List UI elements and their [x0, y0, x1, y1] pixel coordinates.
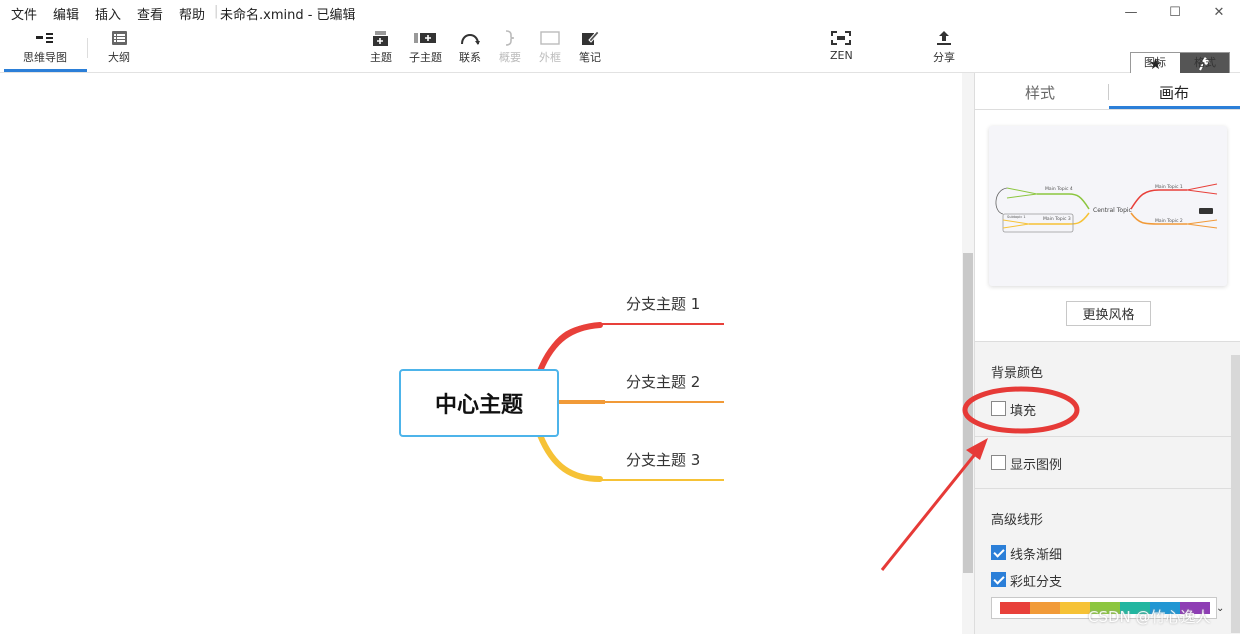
branch-topic-3[interactable]: 分支主题 3: [626, 449, 700, 470]
taper-lines-label: 线条渐细: [1010, 548, 1063, 563]
tab-canvas[interactable]: 画布: [1159, 82, 1189, 103]
panel-tabs: 样式 画布: [975, 73, 1240, 110]
chevron-down-icon: ⌄: [1216, 602, 1225, 614]
show-legend-checkbox[interactable]: [991, 455, 1006, 470]
canvas-scrollbar-thumb[interactable]: [963, 253, 973, 573]
advanced-line-title: 高级线形: [991, 513, 1044, 528]
palette-swatch-1: [1000, 602, 1030, 614]
style-preview-thumbnail: Central Topic Main Topic 1 Main Topic 2 …: [989, 126, 1227, 286]
tab-style[interactable]: 样式: [1025, 82, 1055, 103]
subtopic-button[interactable]: 子主题: [409, 30, 442, 65]
toolbar-divider: [87, 38, 88, 58]
preview-main-topic-4: Main Topic 4: [1045, 186, 1073, 192]
branch-line-1: [539, 323, 724, 372]
tab-divider: [1108, 84, 1109, 100]
central-topic-label: 中心主题: [434, 393, 523, 418]
menu-edit[interactable]: 编辑: [53, 4, 79, 23]
outline-view-label: 大纲: [108, 51, 130, 64]
background-color-section: 背景颜色 填充: [975, 342, 1240, 437]
summary-button[interactable]: 概要: [499, 30, 521, 65]
mindmap-view-label: 思维导图: [23, 51, 67, 64]
close-button[interactable]: ✕: [1196, 0, 1240, 24]
add-topic-icon: [373, 31, 388, 46]
branch-topic-2[interactable]: 分支主题 2: [626, 371, 700, 392]
rainbow-branch-checkbox[interactable]: [991, 572, 1006, 587]
panel-scrollbar[interactable]: [1231, 355, 1240, 633]
note-label: 笔记: [579, 51, 601, 64]
outline-icon: [112, 31, 127, 45]
active-tab-indicator: [1109, 106, 1240, 109]
summary-label: 概要: [499, 51, 521, 64]
change-style-button[interactable]: 更换风格: [1066, 301, 1151, 326]
palette-swatch-3: [1060, 602, 1090, 614]
menu-file[interactable]: 文件: [11, 4, 37, 23]
relationship-label: 联系: [459, 51, 481, 64]
mindmap-branches: [537, 322, 724, 482]
fill-checkbox[interactable]: [991, 401, 1006, 416]
title-bar: 文件 编辑 插入 查看 帮助 | 未命名.xmind - 已编辑 — ☐ ✕: [0, 0, 1240, 24]
menu-view[interactable]: 查看: [137, 4, 163, 23]
active-view-indicator: [4, 69, 87, 72]
window-title: 未命名.xmind - 已编辑: [220, 8, 356, 23]
format-panel-label: 格式: [1194, 56, 1216, 69]
menu-insert[interactable]: 插入: [95, 4, 121, 23]
subtopic-label: 子主题: [409, 51, 442, 64]
boundary-button[interactable]: 外框: [539, 30, 561, 65]
legend-section: 显示图例: [975, 437, 1240, 489]
preview-subtopic: Subtopic 1: [1007, 215, 1026, 219]
relationship-button[interactable]: 联系: [459, 30, 481, 65]
style-preview-map: Central Topic Main Topic 1 Main Topic 2 …: [995, 183, 1218, 233]
topic-label: 主题: [370, 51, 392, 64]
mindmap-view-button[interactable]: 思维导图: [23, 30, 67, 65]
zen-button[interactable]: ZEN: [830, 30, 853, 62]
zen-label: ZEN: [830, 49, 853, 62]
format-panel: 样式 画布 Central Topic Main Topic 1 Main To…: [974, 73, 1240, 634]
branch-topic-1[interactable]: 分支主题 1: [626, 293, 700, 314]
minimize-button[interactable]: —: [1108, 0, 1154, 24]
mindmap-icon: [36, 33, 53, 43]
title-separator: |: [214, 4, 219, 19]
taper-lines-checkbox[interactable]: [991, 545, 1006, 560]
show-legend-label: 显示图例: [1010, 458, 1063, 473]
zen-fullscreen-icon: [831, 31, 852, 45]
outline-view-button[interactable]: 大纲: [108, 30, 130, 65]
boundary-label: 外框: [539, 51, 561, 64]
add-subtopic-icon: [413, 33, 436, 43]
note-pencil-icon: [582, 30, 600, 45]
share-button[interactable]: 分享: [933, 30, 955, 65]
style-preview-section: Central Topic Main Topic 1 Main Topic 2 …: [975, 110, 1240, 342]
note-button[interactable]: 笔记: [579, 30, 601, 65]
toolbar: 思维导图 大纲 主题 子主题 联系 概要 外框 笔记 ZEN 分享 ★ 图标 格…: [0, 24, 1240, 76]
preview-central-topic: Central Topic: [1093, 207, 1132, 214]
share-upload-icon: [937, 31, 951, 45]
central-topic[interactable]: 中心主题: [399, 369, 559, 437]
boundary-icon: [540, 31, 560, 45]
preview-main-topic-3: Main Topic 3: [1043, 216, 1071, 222]
share-label: 分享: [933, 51, 955, 64]
rainbow-branch-label: 彩虹分支: [1010, 575, 1063, 590]
bg-color-title: 背景颜色: [991, 366, 1044, 381]
menu-help[interactable]: 帮助: [179, 4, 205, 23]
fill-label: 填充: [1010, 404, 1037, 419]
summary-brace-icon: [505, 30, 515, 46]
mindmap-canvas[interactable]: 中心主题 分支主题 1 分支主题 2 分支主题 3: [0, 73, 962, 634]
maximize-button[interactable]: ☐: [1152, 0, 1198, 24]
topic-button[interactable]: 主题: [370, 30, 392, 65]
watermark: CSDN @竹心逸人: [1088, 608, 1211, 626]
palette-swatch-2: [1030, 602, 1060, 614]
preview-main-topic-2: Main Topic 2: [1155, 218, 1183, 224]
relationship-icon: [461, 34, 480, 45]
icon-panel-label: 图标: [1144, 56, 1166, 69]
preview-main-topic-1: Main Topic 1: [1155, 184, 1183, 190]
